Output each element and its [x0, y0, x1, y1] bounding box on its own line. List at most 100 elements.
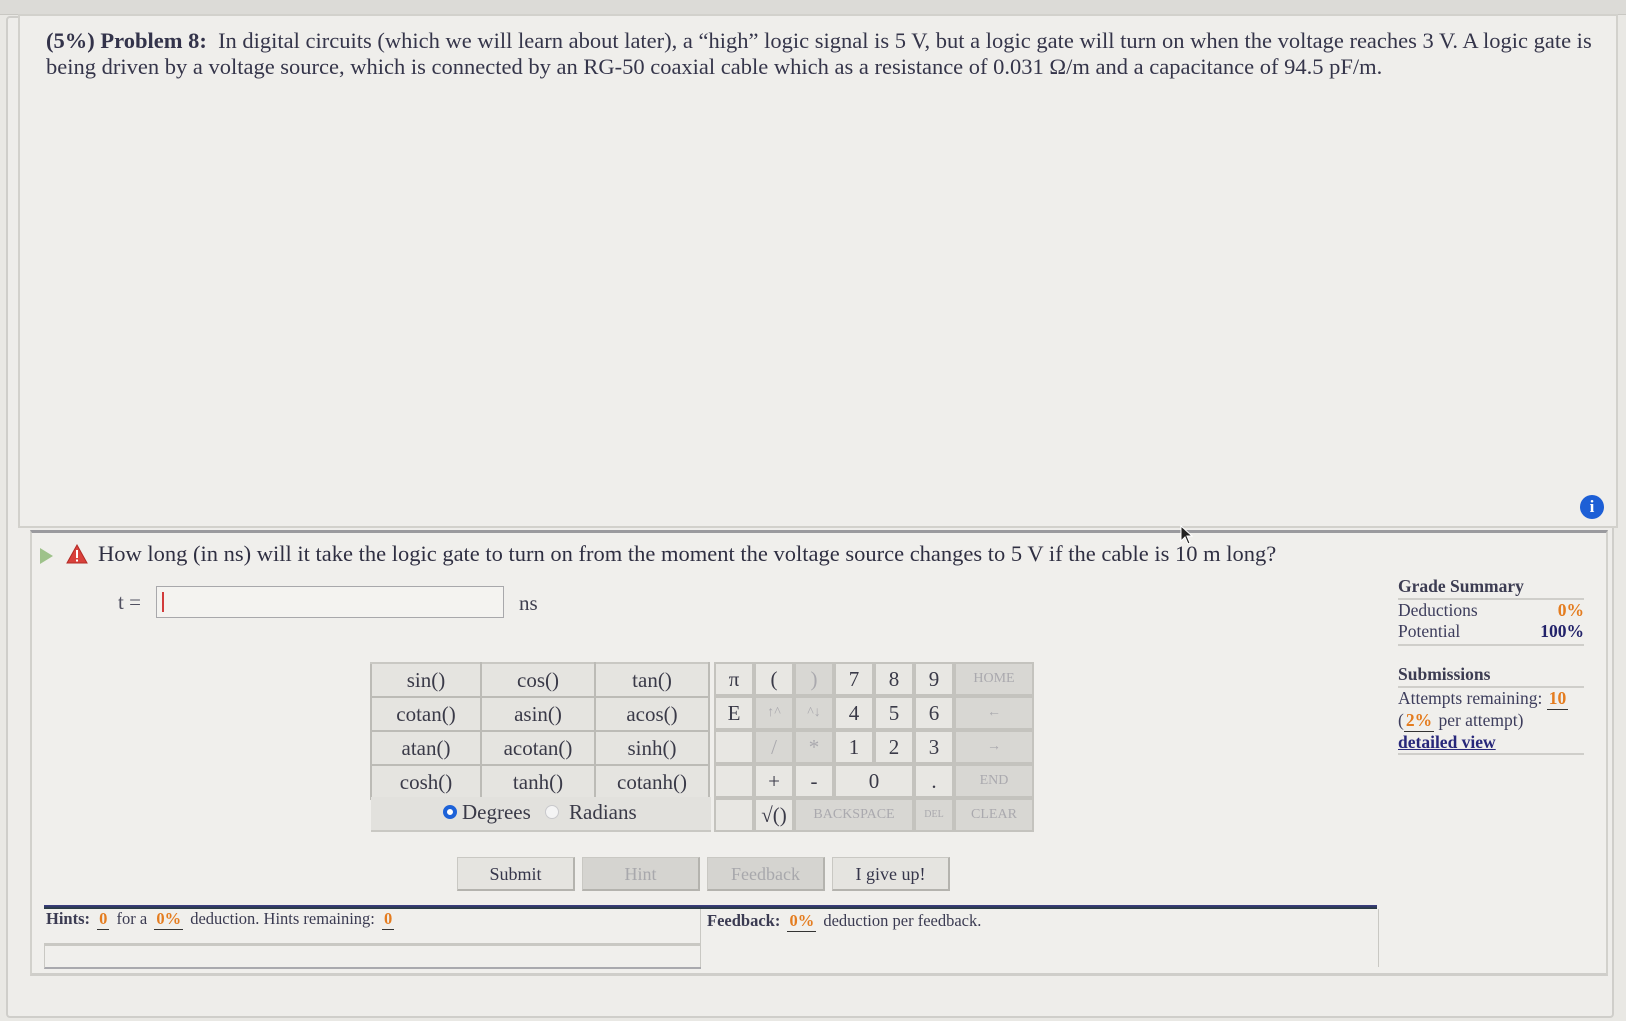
degrees-radio[interactable] [443, 805, 457, 819]
feedback-deduction-pct: 0% [787, 911, 817, 932]
attempts-row: Attempts remaining: 10 [1398, 688, 1584, 710]
per-attempt-row: (2% per attempt) [1398, 710, 1524, 732]
hints-used-count: 0 [97, 909, 110, 930]
hints-info: Hints: 0 for a 0% deduction. Hints remai… [46, 909, 397, 930]
problem-statement: (5%) Problem 8: In digital circuits (whi… [46, 28, 1626, 80]
sin-key[interactable]: sin() [370, 662, 482, 698]
cos-key[interactable]: cos() [480, 662, 596, 698]
sinh-key[interactable]: sinh() [594, 730, 710, 766]
radians-radio[interactable] [545, 805, 559, 819]
angle-mode-selector: Degrees Radians [371, 797, 711, 832]
del-key[interactable]: DEL [914, 798, 954, 832]
problem-text: In digital circuits (which we will learn… [46, 28, 1592, 79]
info-icon[interactable]: i [1580, 495, 1604, 519]
deductions-value: 0% [1557, 600, 1584, 620]
give-up-button[interactable]: I give up! [832, 857, 950, 891]
attempts-label: Attempts remaining: [1398, 688, 1543, 708]
digit-5-key[interactable]: 5 [874, 696, 914, 730]
tan-key[interactable]: tan() [594, 662, 710, 698]
hints-for-a-text: for a [116, 909, 148, 928]
feedback-panel: Feedback: 0% deduction per feedback. [700, 909, 1379, 967]
header-strip [0, 0, 1626, 15]
detailed-view-row: detailed view [1398, 732, 1584, 755]
hints-panel: Hints: 0 for a 0% deduction. Hints remai… [44, 909, 700, 946]
blank-key [714, 730, 754, 764]
potential-value: 100% [1540, 621, 1584, 641]
answer-unit: ns [519, 591, 538, 615]
open-paren-key[interactable]: ( [754, 662, 794, 696]
submissions-title: Submissions [1398, 664, 1584, 688]
pi-key[interactable]: π [714, 662, 754, 696]
hints-label: Hints: [46, 909, 91, 928]
per-attempt-pct: 2% [1403, 710, 1435, 732]
deductions-label: Deductions [1398, 600, 1478, 620]
play-triangle-icon[interactable] [40, 548, 53, 564]
attempts-remaining-value: 10 [1546, 688, 1569, 710]
acotan-key[interactable]: acotan() [480, 730, 596, 766]
digit-2-key[interactable]: 2 [874, 730, 914, 764]
digit-6-key[interactable]: 6 [914, 696, 954, 730]
warning-icon [66, 544, 88, 564]
up-caret-key[interactable]: ↑^ [754, 696, 794, 730]
answer-variable-label: t = [118, 590, 141, 614]
digit-8-key[interactable]: 8 [874, 662, 914, 696]
hint-button[interactable]: Hint [582, 857, 700, 891]
deductions-row: Deductions 0% [1398, 600, 1584, 621]
close-paren-key[interactable]: ) [794, 662, 834, 696]
question-text: How long (in ns) will it take the logic … [98, 541, 1277, 566]
right-arrow-key[interactable]: → [954, 730, 1034, 764]
sqrt-key[interactable]: √() [754, 798, 794, 832]
acos-key[interactable]: acos() [594, 696, 710, 732]
tanh-key[interactable]: tanh() [480, 764, 596, 800]
blank-key [714, 764, 754, 798]
minus-key[interactable]: - [794, 764, 834, 798]
function-keypad: sin() cos() tan() cotan() asin() acos() … [370, 662, 710, 800]
down-caret-key[interactable]: ^↓ [794, 696, 834, 730]
digit-1-key[interactable]: 1 [834, 730, 874, 764]
feedback-deduction-text: deduction per feedback. [823, 911, 982, 930]
cotanh-key[interactable]: cotanh() [594, 764, 710, 800]
digit-7-key[interactable]: 7 [834, 662, 874, 696]
hints-panel-body [44, 945, 701, 969]
atan-key[interactable]: atan() [370, 730, 482, 766]
multiply-key[interactable]: * [794, 730, 834, 764]
mouse-cursor-icon [1180, 525, 1194, 545]
detailed-view-link[interactable]: detailed view [1398, 732, 1496, 752]
per-attempt-text: per attempt) [1438, 710, 1524, 730]
feedback-label: Feedback: [707, 911, 781, 930]
digit-9-key[interactable]: 9 [914, 662, 954, 696]
degrees-label[interactable]: Degrees [462, 800, 531, 825]
hints-deduction-pct: 0% [154, 909, 184, 930]
digit-4-key[interactable]: 4 [834, 696, 874, 730]
blank-key [714, 798, 754, 832]
hints-deduction-text: deduction. Hints remaining: [190, 909, 375, 928]
left-arrow-key[interactable]: ← [954, 696, 1034, 730]
cotan-key[interactable]: cotan() [370, 696, 482, 732]
submit-button[interactable]: Submit [457, 857, 575, 891]
cosh-key[interactable]: cosh() [370, 764, 482, 800]
problem-label: Problem 8: [100, 28, 207, 53]
grade-summary-panel: Grade Summary Deductions 0% Potential 10… [1398, 576, 1584, 755]
feedback-info: Feedback: 0% deduction per feedback. [707, 911, 981, 932]
radians-label[interactable]: Radians [569, 800, 637, 825]
problem-weight: (5%) [46, 28, 95, 53]
digit-0-key[interactable]: 0 [834, 764, 914, 798]
problem-statement-panel: (5%) Problem 8: In digital circuits (whi… [18, 14, 1618, 528]
digit-3-key[interactable]: 3 [914, 730, 954, 764]
feedback-button[interactable]: Feedback [707, 857, 825, 891]
potential-row: Potential 100% [1398, 621, 1584, 646]
potential-label: Potential [1398, 621, 1461, 641]
plus-key[interactable]: + [754, 764, 794, 798]
backspace-key[interactable]: BACKSPACE [794, 798, 914, 832]
home-key[interactable]: HOME [954, 662, 1034, 696]
text-caret [162, 592, 164, 612]
e-key[interactable]: E [714, 696, 754, 730]
asin-key[interactable]: asin() [480, 696, 596, 732]
divide-key[interactable]: / [754, 730, 794, 764]
decimal-key[interactable]: . [914, 764, 954, 798]
hints-remaining-count: 0 [382, 909, 395, 930]
grade-summary-title: Grade Summary [1398, 576, 1584, 600]
answer-input[interactable] [156, 586, 504, 618]
clear-key[interactable]: CLEAR [954, 798, 1034, 832]
end-key[interactable]: END [954, 764, 1034, 798]
